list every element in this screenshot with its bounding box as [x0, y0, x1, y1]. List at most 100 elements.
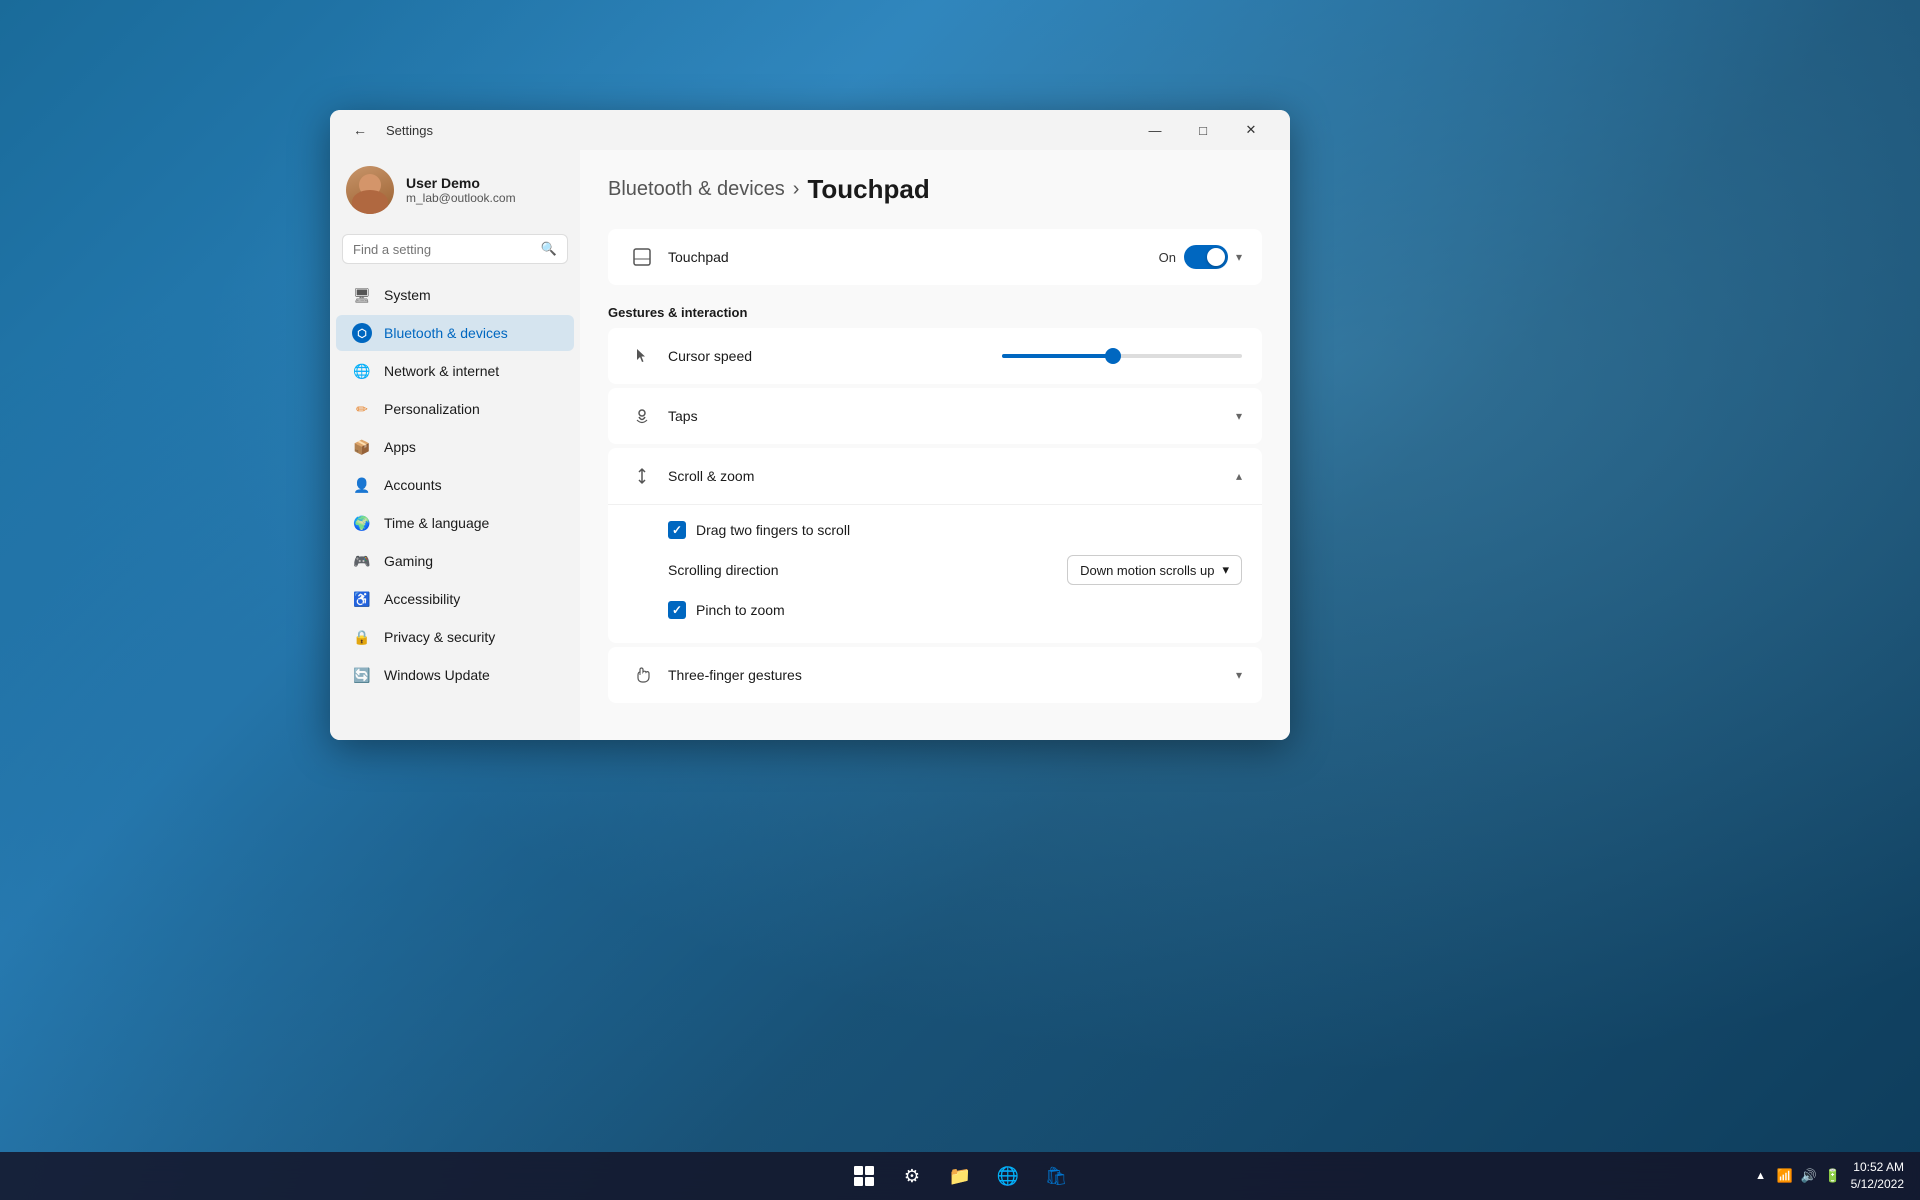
title-bar-left: ← Settings	[346, 116, 433, 144]
scroll-zoom-card: Scroll & zoom ▴ Drag two fingers to scro…	[608, 448, 1262, 643]
taps-row[interactable]: Taps ▾	[608, 388, 1262, 444]
cursor-speed-slider[interactable]	[1002, 354, 1242, 358]
content-area: Bluetooth & devices › Touchpad Touchpad …	[580, 150, 1290, 740]
breadcrumb-separator: ›	[793, 178, 800, 201]
gaming-icon: 🎮	[352, 551, 372, 571]
taskbar: ⚙ 📁 🌐 🛍 ▲ 📶 🔊 🔋 10:52 AM 5/12/2022	[0, 1152, 1920, 1200]
back-button[interactable]: ←	[346, 116, 374, 144]
cursor-speed-label: Cursor speed	[668, 348, 1002, 364]
scroll-icon	[628, 462, 656, 490]
search-container: 🔍	[330, 234, 580, 276]
breadcrumb-current: Touchpad	[807, 174, 929, 205]
search-input[interactable]	[353, 242, 533, 257]
sidebar-item-accounts[interactable]: 👤 Accounts	[336, 467, 574, 503]
gestures-section-header: Gestures & interaction	[608, 289, 1262, 328]
sidebar-item-privacy[interactable]: 🔒 Privacy & security	[336, 619, 574, 655]
cursor-speed-row: Cursor speed	[608, 328, 1262, 384]
win-sq-1	[854, 1166, 863, 1175]
touchpad-control: On ▾	[1159, 245, 1242, 269]
sidebar: User Demo m_lab@outlook.com 🔍 🖥 System ⬡	[330, 150, 580, 740]
update-icon: 🔄	[352, 665, 372, 685]
close-button[interactable]: ✕	[1228, 114, 1274, 146]
touchpad-icon	[628, 243, 656, 271]
avatar	[346, 166, 394, 214]
start-button[interactable]	[842, 1154, 886, 1198]
tray-battery-icon[interactable]: 🔋	[1823, 1166, 1843, 1186]
pinch-to-zoom-checkbox[interactable]	[668, 601, 686, 619]
sidebar-item-apps[interactable]: 📦 Apps	[336, 429, 574, 465]
sidebar-label-personalization: Personalization	[384, 401, 480, 417]
three-finger-icon	[628, 661, 656, 689]
taskbar-tray: ▲ 📶 🔊 🔋 10:52 AM 5/12/2022	[1751, 1159, 1904, 1193]
scrolling-direction-label: Scrolling direction	[668, 562, 1067, 578]
sidebar-item-system[interactable]: 🖥 System	[336, 277, 574, 313]
win-sq-3	[854, 1177, 863, 1186]
breadcrumb-parent[interactable]: Bluetooth & devices	[608, 178, 785, 201]
touchpad-chevron-down-icon[interactable]: ▾	[1236, 250, 1242, 264]
scroll-zoom-content: Drag two fingers to scroll Scrolling dir…	[608, 504, 1262, 643]
slider-fill	[1002, 354, 1110, 358]
sidebar-item-accessibility[interactable]: ♿ Accessibility	[336, 581, 574, 617]
settings-window: ← Settings — □ ✕ User Demo m_lab@outlook…	[330, 110, 1290, 740]
window-title: Settings	[386, 123, 433, 138]
cursor-speed-card: Cursor speed	[608, 328, 1262, 384]
drag-two-fingers-label: Drag two fingers to scroll	[696, 522, 850, 538]
pinch-to-zoom-row: Pinch to zoom	[668, 593, 1242, 627]
maximize-button[interactable]: □	[1180, 114, 1226, 146]
three-finger-label: Three-finger gestures	[668, 667, 1236, 683]
taskbar-datetime[interactable]: 10:52 AM 5/12/2022	[1851, 1159, 1904, 1193]
taskbar-settings-button[interactable]: ⚙	[890, 1154, 934, 1198]
search-icon: 🔍	[541, 241, 557, 257]
three-finger-row[interactable]: Three-finger gestures ▾	[608, 647, 1262, 703]
taps-chevron-down-icon[interactable]: ▾	[1236, 409, 1242, 423]
scroll-zoom-chevron-up-icon[interactable]: ▴	[1236, 469, 1242, 483]
sidebar-item-update[interactable]: 🔄 Windows Update	[336, 657, 574, 693]
drag-two-fingers-checkbox[interactable]	[668, 521, 686, 539]
sidebar-item-gaming[interactable]: 🎮 Gaming	[336, 543, 574, 579]
user-info: User Demo m_lab@outlook.com	[406, 175, 564, 205]
sidebar-item-time[interactable]: 🌍 Time & language	[336, 505, 574, 541]
personalization-icon: ✏	[352, 399, 372, 419]
cursor-icon	[628, 342, 656, 370]
pinch-to-zoom-label: Pinch to zoom	[696, 602, 785, 618]
search-box: 🔍	[342, 234, 568, 264]
bluetooth-icon: ⬡	[352, 323, 372, 343]
accounts-icon: 👤	[352, 475, 372, 495]
scrolling-direction-value: Down motion scrolls up	[1080, 563, 1214, 578]
scrolling-direction-row: Scrolling direction Down motion scrolls …	[668, 547, 1242, 593]
touchpad-row: Touchpad On ▾	[608, 229, 1262, 285]
tray-sound-icon[interactable]: 🔊	[1799, 1166, 1819, 1186]
sidebar-item-personalization[interactable]: ✏ Personalization	[336, 391, 574, 427]
sidebar-label-time: Time & language	[384, 515, 489, 531]
sidebar-label-accessibility: Accessibility	[384, 591, 460, 607]
slider-thumb[interactable]	[1105, 348, 1121, 364]
sidebar-item-network[interactable]: 🌐 Network & internet	[336, 353, 574, 389]
back-icon: ←	[353, 122, 367, 138]
windows-logo-icon	[854, 1166, 874, 1186]
tray-network-icon[interactable]: 📶	[1775, 1166, 1795, 1186]
sidebar-label-gaming: Gaming	[384, 553, 433, 569]
accessibility-icon: ♿	[352, 589, 372, 609]
three-finger-card: Three-finger gestures ▾	[608, 647, 1262, 703]
taskbar-explorer-button[interactable]: 📁	[938, 1154, 982, 1198]
window-body: User Demo m_lab@outlook.com 🔍 🖥 System ⬡	[330, 150, 1290, 740]
touchpad-toggle[interactable]	[1184, 245, 1228, 269]
win-sq-2	[865, 1166, 874, 1175]
taps-label: Taps	[668, 408, 1236, 424]
sidebar-item-bluetooth[interactable]: ⬡ Bluetooth & devices	[336, 315, 574, 351]
sidebar-label-accounts: Accounts	[384, 477, 442, 493]
minimize-button[interactable]: —	[1132, 114, 1178, 146]
user-profile: User Demo m_lab@outlook.com	[330, 150, 580, 234]
user-name: User Demo	[406, 175, 564, 191]
taskbar-edge-button[interactable]: 🌐	[986, 1154, 1030, 1198]
scroll-zoom-header[interactable]: Scroll & zoom ▴	[608, 448, 1262, 504]
taskbar-store-button[interactable]: 🛍	[1034, 1154, 1078, 1198]
touchpad-status: On	[1159, 250, 1176, 265]
time-icon: 🌍	[352, 513, 372, 533]
touchpad-label: Touchpad	[668, 249, 1159, 265]
scrolling-direction-dropdown[interactable]: Down motion scrolls up ▾	[1067, 555, 1242, 585]
bt-circle: ⬡	[352, 323, 372, 343]
tray-expand-icon[interactable]: ▲	[1751, 1166, 1771, 1186]
privacy-icon: 🔒	[352, 627, 372, 647]
three-finger-chevron-down-icon[interactable]: ▾	[1236, 668, 1242, 682]
